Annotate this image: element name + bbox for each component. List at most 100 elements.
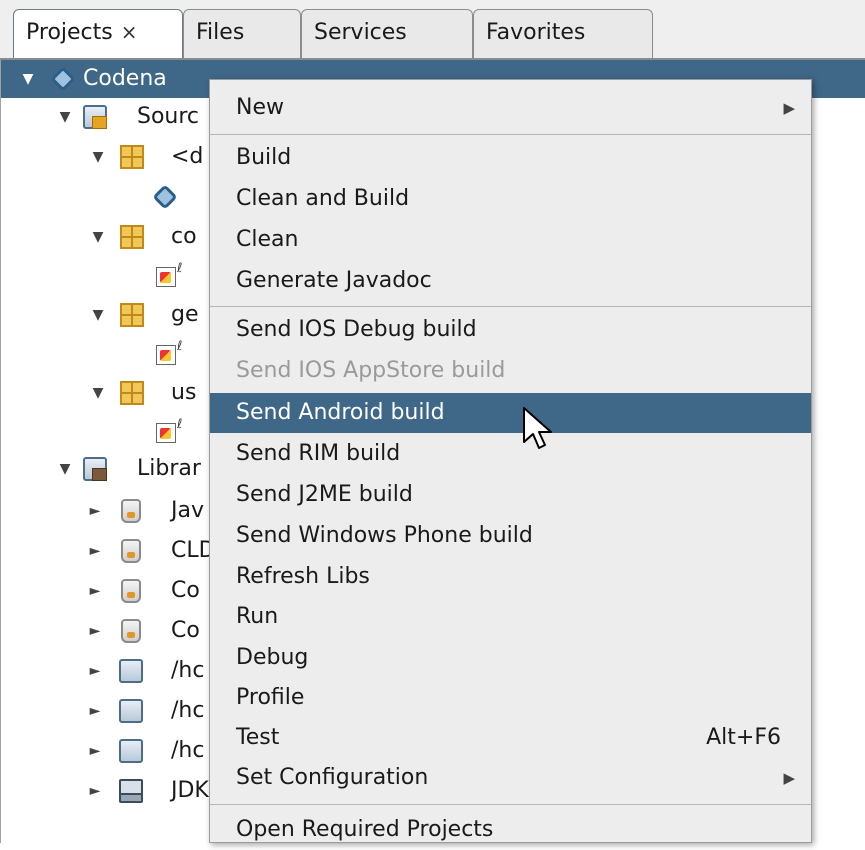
resource-file-icon [156,423,176,443]
link-icon: ℓ [177,261,183,276]
menu-item-label: Test [236,725,280,750]
menu-item-label: Send Android build [236,400,445,425]
expanded-icon[interactable]: ▼ [91,218,105,256]
mouse-pointer-icon [523,407,552,449]
tab-files[interactable]: Files [183,9,301,58]
package-icon [120,303,144,327]
package-icon [120,225,144,249]
tree-node-label: Librar [137,456,201,481]
menu-item-label: Send J2ME build [236,482,413,507]
menu-item-label: Clean and Build [236,186,410,211]
menu-item-run[interactable]: Run [210,597,811,637]
collapsed-icon[interactable]: ► [88,532,102,570]
tab-favorites-label: Favorites [486,20,586,45]
expanded-icon[interactable]: ▼ [21,60,35,98]
menu-item-label: Send RIM build [236,441,401,466]
tree-node-label: JDK [171,778,209,803]
menu-item-send-ios-debug[interactable]: Send IOS Debug build [210,310,811,350]
menu-item-send-windows-phone[interactable]: Send Windows Phone build [210,516,811,556]
tab-services-label: Services [314,20,407,45]
jar-icon [121,619,141,643]
menu-item-label: Generate Javadoc [236,268,432,293]
menu-item-label: Clean [236,227,299,252]
menu-item-label: Refresh Libs [236,564,370,589]
expanded-icon[interactable]: ▼ [91,374,105,412]
tree-node-label: Jav [171,498,204,523]
menu-item-build[interactable]: Build [210,138,811,178]
menu-item-label: Build [236,145,292,170]
expanded-icon[interactable]: ▼ [91,138,105,176]
menu-item-generate-javadoc[interactable]: Generate Javadoc [210,261,811,301]
collapsed-icon[interactable]: ► [88,772,102,810]
tree-node-label: Co [171,618,200,643]
tab-services[interactable]: Services [301,9,473,58]
tree-node-label: <d [171,144,204,169]
resource-file-icon [156,345,176,365]
tab-favorites[interactable]: Favorites [473,9,653,58]
window-tabbar: Projects × Files Services Favorites [0,0,865,60]
tab-projects[interactable]: Projects × [13,9,183,58]
tree-node-label: /hc [171,658,205,683]
collapsed-icon[interactable]: ► [88,492,102,530]
menu-item-label: Profile [236,685,305,710]
menu-item-clean[interactable]: Clean [210,220,811,260]
menu-item-label: Debug [236,645,309,670]
tree-node-label: Codena [83,66,167,91]
menu-separator [210,804,811,805]
tab-files-label: Files [196,20,245,45]
source-folder-icon [83,105,107,129]
expanded-icon[interactable]: ▼ [58,98,72,136]
jar-icon [121,539,141,563]
package-icon [120,145,144,169]
close-icon[interactable]: × [121,20,138,44]
collapsed-icon[interactable]: ► [88,572,102,610]
menu-item-clean-and-build[interactable]: Clean and Build [210,179,811,219]
menu-item-profile[interactable]: Profile [210,678,811,718]
tree-node-label: ge [171,302,199,327]
menu-separator [210,306,811,307]
tree-node-label: /hc [171,738,205,763]
project-icon [50,66,76,92]
menu-item-send-android[interactable]: Send Android build [210,393,811,433]
tab-projects-label: Projects [26,20,113,45]
submenu-arrow-icon: ▶ [783,99,795,117]
library-folder-icon [83,457,107,481]
tree-node-label: Sourc [137,104,200,129]
resource-file-icon [156,267,176,287]
menu-item-new[interactable]: New ▶ [210,88,811,128]
collapsed-icon[interactable]: ► [88,692,102,730]
menu-item-label: Send IOS AppStore build [236,358,506,383]
package-icon [120,381,144,405]
folder-icon [119,659,143,683]
menu-item-label: Run [236,604,279,629]
collapsed-icon[interactable]: ► [88,612,102,650]
tree-node-label: /hc [171,698,205,723]
collapsed-icon[interactable]: ► [88,732,102,770]
menu-separator [210,134,811,135]
tree-node-label: co [171,224,197,249]
link-icon: ℓ [177,417,183,432]
menu-item-label: New [236,95,284,120]
menu-item-test[interactable]: Test Alt+F6 [210,718,811,758]
link-icon: ℓ [177,339,183,354]
menu-item-open-required-projects[interactable]: Open Required Projects [210,810,811,850]
expanded-icon[interactable]: ▼ [58,450,72,488]
menu-item-send-j2me[interactable]: Send J2ME build [210,475,811,515]
menu-item-set-configuration[interactable]: Set Configuration ▶ [210,758,811,798]
context-menu: New ▶ Build Clean and Build Clean Genera… [209,79,812,843]
menu-item-label: Open Required Projects [236,817,494,842]
menu-item-label: Send IOS Debug build [236,317,477,342]
menu-item-label: Send Windows Phone build [236,523,533,548]
menu-item-send-rim[interactable]: Send RIM build [210,434,811,474]
menu-item-send-ios-appstore: Send IOS AppStore build [210,351,811,391]
tree-node-label: us [171,380,197,405]
menu-item-debug[interactable]: Debug [210,638,811,678]
menu-item-refresh-libs[interactable]: Refresh Libs [210,557,811,597]
folder-icon [119,699,143,723]
expanded-icon[interactable]: ▼ [91,296,105,334]
tree-node-label: Co [171,578,200,603]
menu-item-label: Set Configuration [236,765,429,790]
jar-icon [121,579,141,603]
submenu-arrow-icon: ▶ [783,769,795,787]
collapsed-icon[interactable]: ► [88,652,102,690]
